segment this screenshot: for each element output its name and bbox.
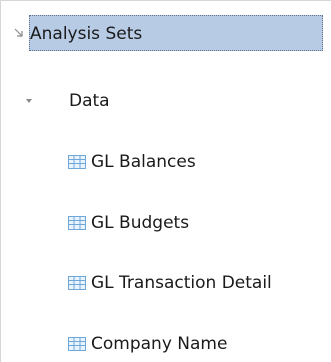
table-grid-icon	[68, 216, 86, 230]
tree-leaf-company-name[interactable]: Company Name	[1, 326, 331, 362]
collapse-arrow-icon[interactable]	[13, 27, 25, 39]
tree-leaf-label: Company Name	[91, 334, 228, 354]
tree-leaf-gl-transaction-detail[interactable]: GL Transaction Detail	[1, 265, 331, 301]
tree-leaf-gl-budgets[interactable]: GL Budgets	[1, 205, 331, 241]
tree-node-data[interactable]: Data	[1, 83, 331, 119]
expanded-triangle-icon[interactable]	[23, 95, 35, 107]
tree-leaf-label: GL Balances	[91, 152, 196, 172]
analysis-tree-panel: Analysis Sets Data GL Balances GL Budget…	[0, 0, 331, 362]
table-grid-icon	[68, 276, 86, 290]
tree-leaf-label: GL Budgets	[91, 213, 190, 233]
tree-leaf-gl-balances[interactable]: GL Balances	[1, 144, 331, 180]
table-grid-icon	[68, 337, 86, 351]
tree-leaf-label: GL Transaction Detail	[91, 273, 272, 293]
tree-node-analysis-sets[interactable]: Analysis Sets	[7, 15, 331, 51]
tree-node-label: Data	[69, 91, 110, 111]
table-grid-icon	[68, 155, 86, 169]
tree-node-label: Analysis Sets	[29, 15, 323, 51]
